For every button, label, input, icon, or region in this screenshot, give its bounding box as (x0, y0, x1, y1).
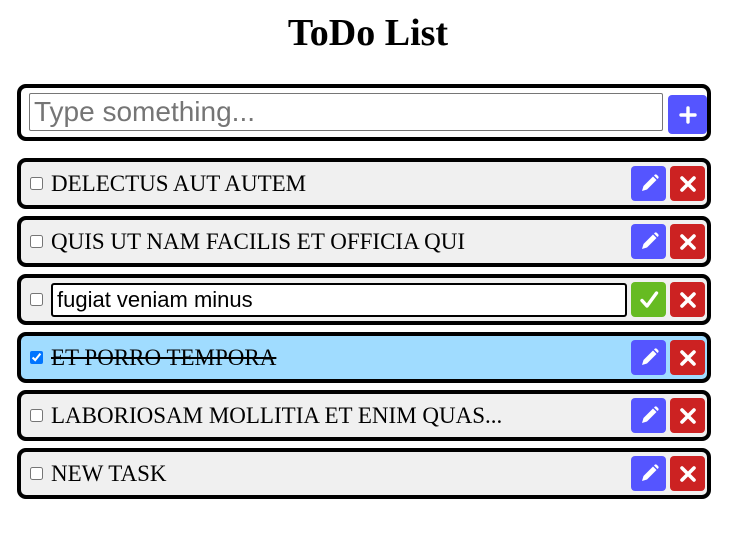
save-task-button[interactable] (631, 282, 666, 317)
pencil-icon (638, 231, 660, 253)
task-checkbox[interactable] (30, 177, 43, 190)
task-item-editing (17, 274, 711, 325)
x-icon (678, 232, 698, 252)
edit-task-button[interactable] (631, 166, 666, 201)
task-checkbox[interactable] (30, 467, 43, 480)
task-checkbox[interactable] (30, 351, 43, 364)
task-item: laboriosam mollitia et enim quas... (17, 390, 711, 441)
x-icon (678, 406, 698, 426)
page-title: ToDo List (287, 12, 449, 54)
task-item-completed: et porro tempora (17, 332, 711, 383)
x-icon (678, 290, 698, 310)
edit-task-button[interactable] (631, 224, 666, 259)
task-label: New task (51, 461, 167, 486)
pencil-icon (638, 405, 660, 427)
checkmark-icon (638, 289, 660, 311)
new-task-bar (17, 84, 711, 141)
edit-task-button[interactable] (631, 340, 666, 375)
x-icon (678, 464, 698, 484)
delete-task-button[interactable] (670, 224, 705, 259)
delete-task-button[interactable] (670, 456, 705, 491)
delete-task-button[interactable] (670, 282, 705, 317)
new-task-input[interactable] (29, 93, 663, 131)
delete-task-button[interactable] (670, 166, 705, 201)
add-task-button[interactable] (668, 95, 707, 134)
delete-task-button[interactable] (670, 398, 705, 433)
task-checkbox[interactable] (30, 293, 43, 306)
pencil-icon (638, 173, 660, 195)
x-icon (678, 348, 698, 368)
task-item: New task (17, 448, 711, 499)
delete-task-button[interactable] (670, 340, 705, 375)
edit-task-input[interactable] (51, 283, 627, 317)
edit-task-button[interactable] (631, 456, 666, 491)
task-item: quis ut nam facilis et officia qui (17, 216, 711, 267)
task-label: quis ut nam facilis et officia qui (51, 229, 466, 254)
plus-icon (678, 105, 697, 124)
task-label: laboriosam mollitia et enim quas... (51, 403, 503, 428)
x-icon (678, 174, 698, 194)
pencil-icon (638, 347, 660, 369)
task-checkbox[interactable] (30, 409, 43, 422)
edit-task-button[interactable] (631, 398, 666, 433)
pencil-icon (638, 463, 660, 485)
task-checkbox[interactable] (30, 235, 43, 248)
task-label: delectus aut autem (51, 171, 307, 196)
task-label: et porro tempora (51, 345, 277, 370)
task-item: delectus aut autem (17, 158, 711, 209)
